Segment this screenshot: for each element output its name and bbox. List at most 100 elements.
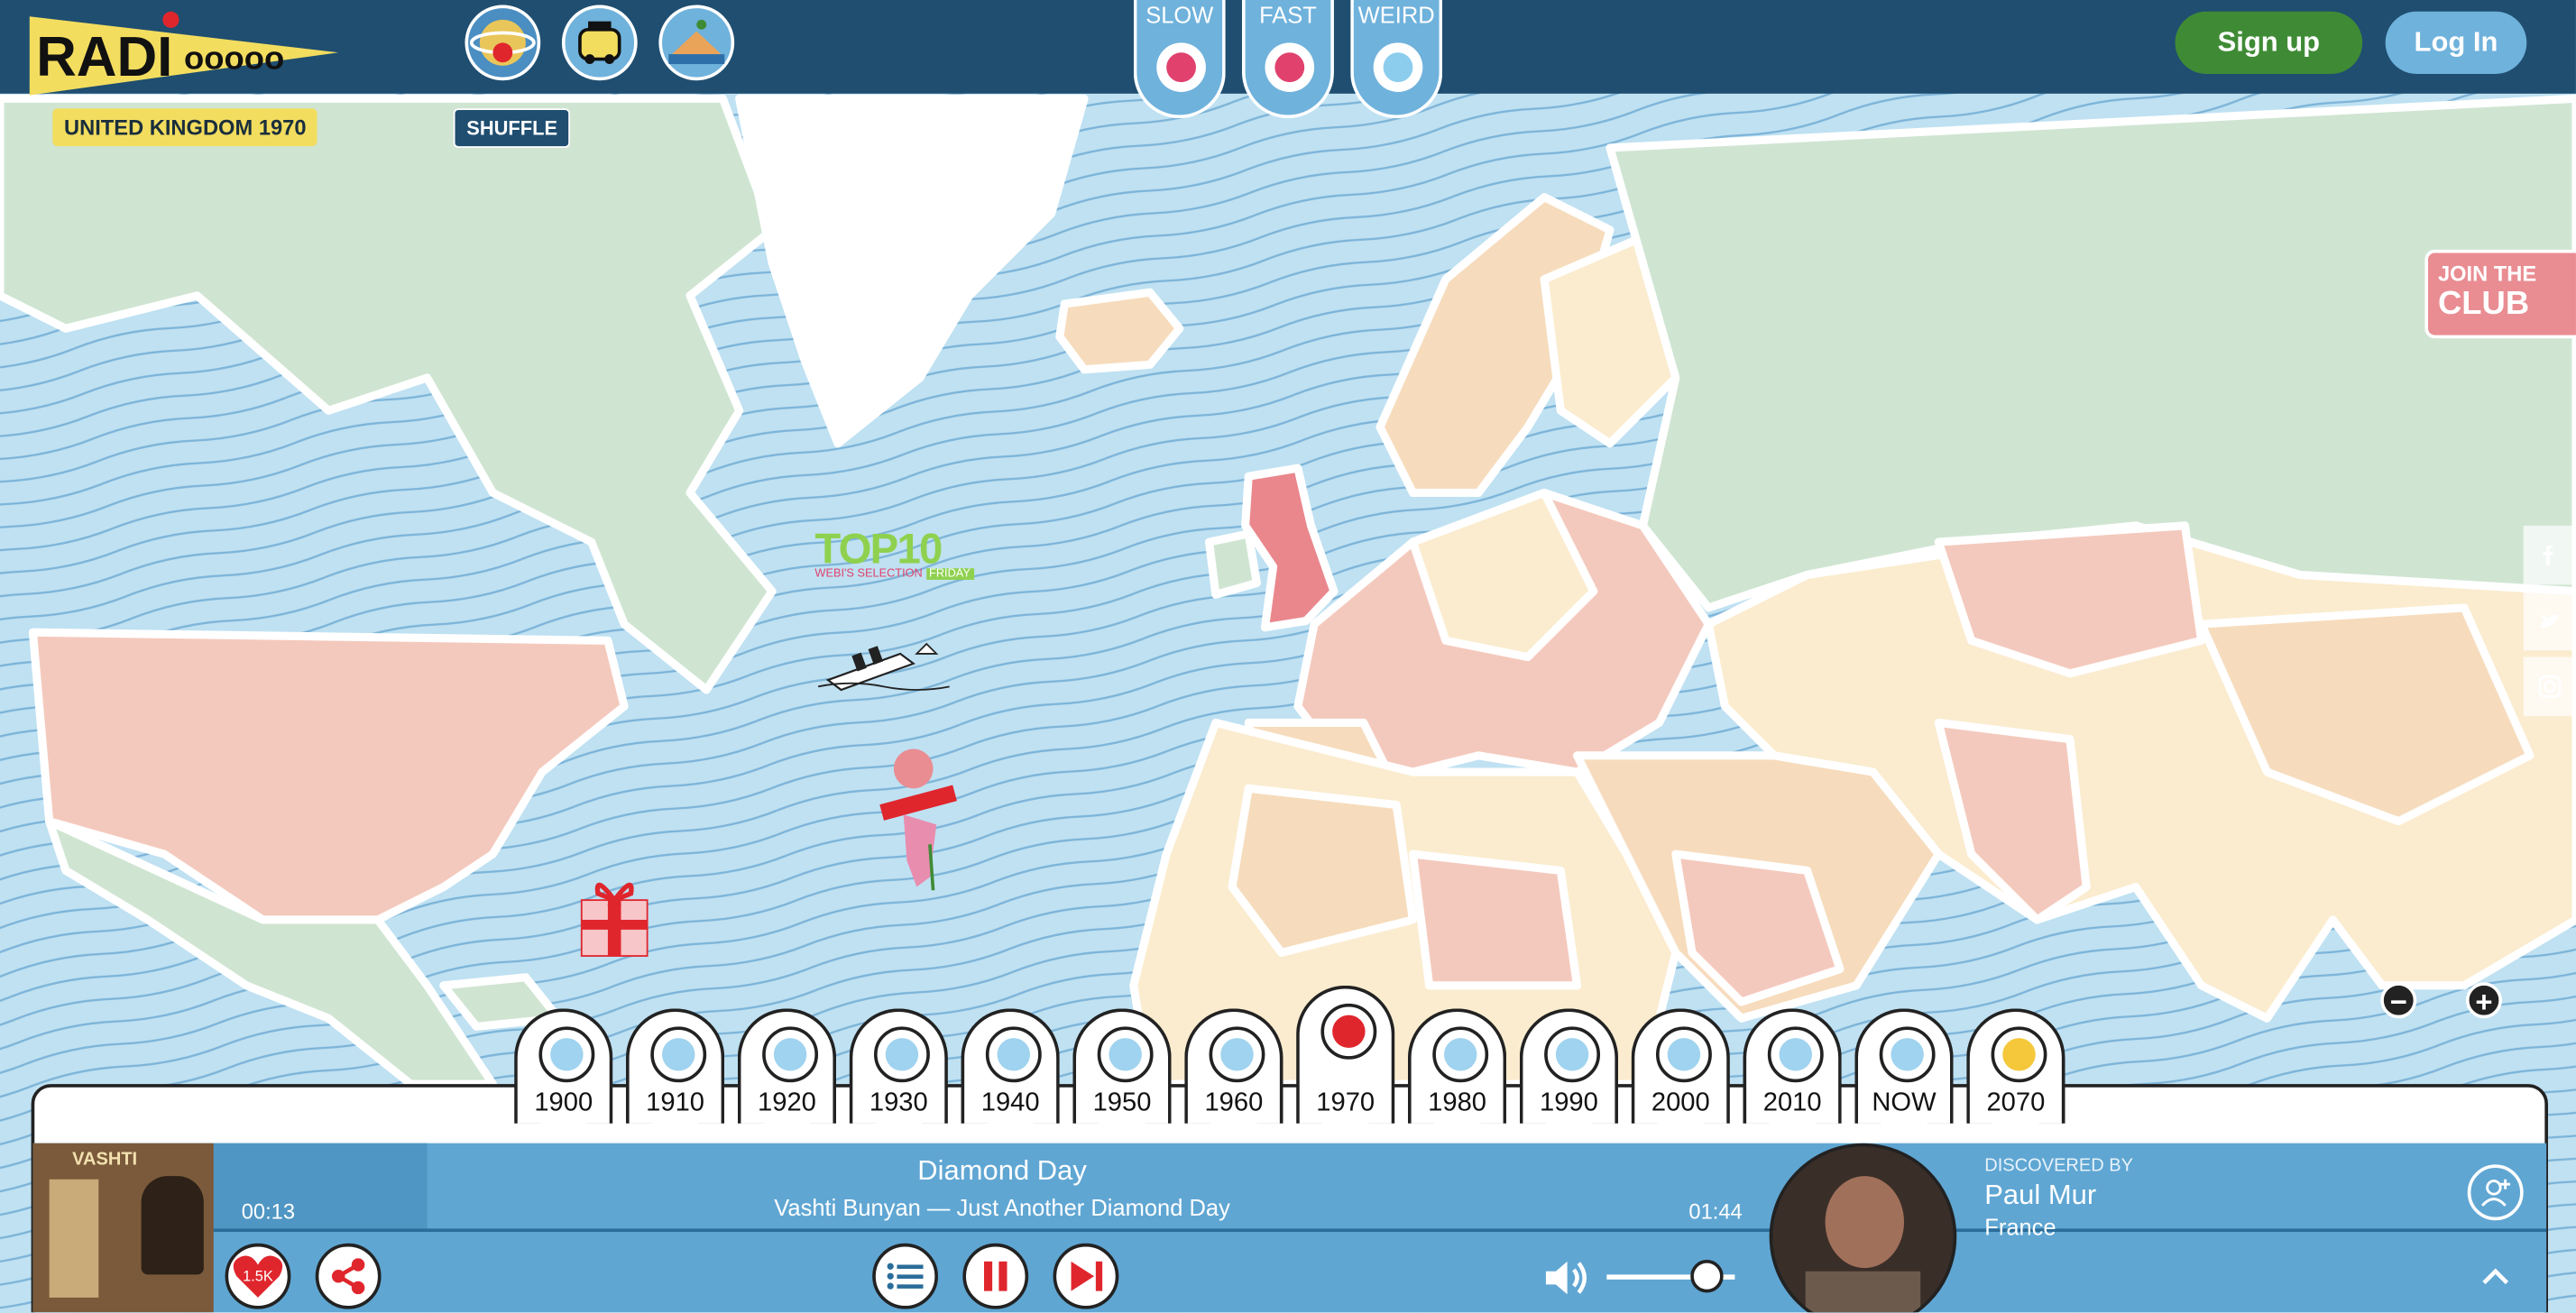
decade-label: 1940 [980,1088,1040,1117]
decade-tab-1970[interactable]: 1970 [1296,985,1395,1124]
decade-dot [1767,1026,1824,1083]
decade-tab-2070[interactable]: 2070 [1966,1008,2065,1124]
decade-label: 2000 [1651,1088,1710,1117]
avatar-face [1825,1176,1905,1269]
club-line2: CLUB [2437,285,2530,322]
speed-fast-button[interactable]: FAST [1241,0,1334,119]
pause-button[interactable] [962,1243,1029,1309]
decade-label: 1910 [646,1088,705,1117]
decade-tab-2000[interactable]: 2000 [1631,1008,1730,1124]
top10-sticker[interactable]: TOP10 WEBI'S SELECTION FRIDAY [814,524,974,580]
discoverer-country: France [1984,1214,2056,1241]
decade-tab-1940[interactable]: 1940 [961,1008,1060,1124]
svg-text:ooooo: ooooo [184,39,284,76]
discovered-by-label: DISCOVERED BY [1984,1156,2134,1177]
decade-label: NOW [1872,1088,1937,1117]
decade-tab-2010[interactable]: 2010 [1743,1008,1842,1124]
decade-name: 1970 [258,115,307,140]
instagram-icon[interactable] [2523,656,2576,717]
speed-slow-knob [1156,42,1206,92]
current-location-badge: UNITED KINGDOM 1970 [52,108,318,147]
expand-chevron-up-icon[interactable] [2480,1264,2510,1294]
album-cover-figure [49,1179,99,1298]
globe-mode-icon[interactable] [465,5,541,81]
log-in-button[interactable]: Log In [2385,11,2527,74]
decade-label: 1920 [758,1088,816,1117]
album-cover-text: VASHTI [72,1149,138,1170]
decade-dot [650,1026,707,1083]
taxi-mode-icon[interactable] [561,5,638,81]
sign-up-button[interactable]: Sign up [2175,11,2363,74]
shuffle-button[interactable]: SHUFFLE [453,108,571,148]
decade-label: 1930 [869,1088,928,1117]
radiooooo-logo[interactable]: RADI ooooo [26,10,339,114]
decade-dot [1432,1026,1489,1083]
decade-tab-1950[interactable]: 1950 [1072,1008,1172,1124]
facebook-icon[interactable] [2523,525,2576,585]
duration-time: 01:44 [1688,1198,1743,1224]
speed-weird-knob [1373,42,1423,92]
speed-slow-button[interactable]: SLOW [1133,0,1226,119]
titanic-sticker[interactable] [817,630,950,704]
next-track-button[interactable] [1053,1243,1119,1309]
speed-fast-knob [1265,42,1315,92]
avatar-body [1805,1271,1921,1313]
decade-tab-1900[interactable]: 1900 [514,1008,613,1124]
roses-sticker[interactable] [870,746,962,902]
decade-dot [873,1026,930,1083]
album-cover-horse [141,1176,204,1275]
share-button[interactable] [315,1243,382,1309]
decade-dot [538,1026,595,1083]
volume-handle[interactable] [1689,1260,1724,1293]
decade-dot [1320,1003,1377,1060]
twitter-icon[interactable] [2523,591,2576,651]
decade-dot [1544,1026,1601,1083]
island-mode-icon[interactable] [658,5,735,81]
decade-tab-1930[interactable]: 1930 [849,1008,948,1124]
top10-sub2: FRIDAY [925,568,974,580]
decade-tab-1960[interactable]: 1960 [1184,1008,1283,1124]
decade-tab-1980[interactable]: 1980 [1407,1008,1507,1124]
decade-tab-1910[interactable]: 1910 [625,1008,725,1124]
decade-label: 1970 [1316,1088,1375,1117]
speed-slow-label: SLOW [1145,1,1214,28]
decade-dot [1655,1026,1712,1083]
follow-user-icon[interactable] [2467,1164,2524,1221]
join-club-banner[interactable]: JOIN THE CLUB [2424,249,2576,339]
decade-dot [762,1026,819,1083]
decade-label: 1900 [534,1088,593,1117]
album-cover[interactable]: VASHTI [32,1143,214,1313]
like-count: 1.5K [243,1269,273,1285]
decade-tab-now[interactable]: NOW [1854,1008,1954,1124]
decade-dot [985,1026,1042,1083]
speed-weird-label: WEIRD [1357,1,1435,28]
club-line1: JOIN THE [2437,261,2537,286]
decade-label: 1980 [1428,1088,1486,1117]
speed-weird-button[interactable]: WEIRD [1350,0,1443,119]
country-name: UNITED KINGDOM [64,115,253,140]
gift-sticker[interactable] [575,868,653,971]
decade-dot [1097,1026,1154,1083]
decade-label: 1990 [1540,1088,1598,1117]
speed-fast-label: FAST [1259,1,1317,28]
zoom-in-button[interactable]: + [2465,982,2502,1019]
zoom-out-button[interactable]: − [2380,982,2417,1019]
playlist-button[interactable] [872,1243,939,1309]
decade-tab-1990[interactable]: 1990 [1519,1008,1619,1124]
discoverer-name[interactable]: Paul Mur [1984,1180,2096,1212]
decade-dot [1879,1026,1936,1083]
top10-subtitle-row: WEBI'S SELECTION FRIDAY [814,568,974,580]
volume-icon[interactable] [1541,1255,1590,1309]
elapsed-time: 00:13 [241,1198,296,1224]
top10-title: TOP10 [814,524,943,574]
decade-tab-1920[interactable]: 1920 [737,1008,837,1124]
decade-label: 2070 [1986,1088,2046,1117]
like-button[interactable]: 1.5K [225,1243,291,1309]
decade-dot [1209,1026,1265,1083]
top10-sub1: WEBI'S SELECTION [814,568,923,580]
track-artist-album: Vashti Bunyan — Just Another Diamond Day [774,1194,1230,1221]
decade-label: 2010 [1762,1088,1822,1117]
svg-text:RADI: RADI [36,26,172,88]
track-title: Diamond Day [917,1154,1087,1187]
decade-dot [1991,1026,2047,1083]
